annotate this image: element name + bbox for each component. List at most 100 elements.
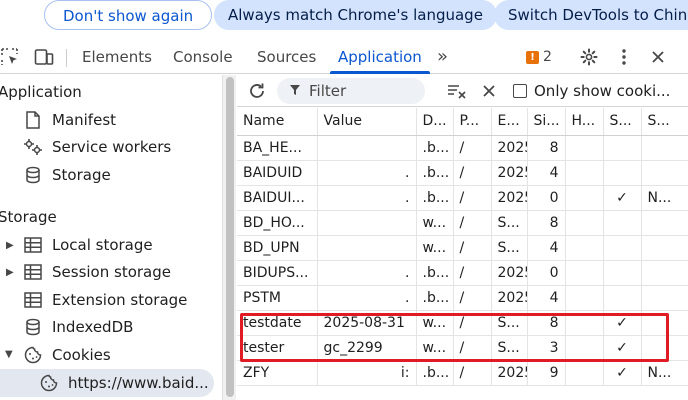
cookie-path: /	[453, 310, 492, 336]
delete-all-icon[interactable]	[479, 75, 499, 107]
database-icon	[22, 165, 44, 185]
issues-count: 2	[543, 49, 552, 65]
cookie-expires: S...	[491, 310, 528, 336]
table-row[interactable]: ZFY i: .b... / 2025... 9 ✓ N...	[237, 360, 688, 386]
gear-icon[interactable]	[578, 40, 600, 74]
sidebar-heading-application: Application	[0, 83, 82, 101]
device-toolbar-icon[interactable]	[32, 40, 56, 74]
document-icon	[22, 110, 44, 130]
tab-console[interactable]: Console	[173, 40, 233, 74]
cookie-httponly	[565, 185, 604, 211]
sidebar-item-extension-storage[interactable]: Extension storage	[22, 287, 187, 313]
only-show-issues-checkbox[interactable]: Only show cooki...	[513, 75, 670, 107]
cookie-httponly	[565, 285, 604, 311]
cookie-expires: S...	[491, 335, 528, 361]
sidebar-item-cookies[interactable]: Cookies	[22, 342, 111, 368]
column-header[interactable]: Value	[317, 108, 417, 136]
table-row[interactable]: BA_HE... .b... / 2025... 8	[237, 135, 688, 161]
cookie-name: ZFY	[237, 360, 318, 386]
column-header[interactable]: S...	[641, 108, 688, 136]
cookie-path: /	[453, 285, 492, 311]
sidebar-scrollbar[interactable]	[222, 75, 236, 400]
cookie-samesite	[641, 335, 688, 361]
sidebar-item-label: https://www.baid...	[68, 374, 209, 392]
table-row[interactable]: BD_UPN w... / S... 4	[237, 235, 688, 261]
cookie-icon	[22, 345, 44, 365]
cookie-httponly	[565, 160, 604, 186]
cookie-samesite	[641, 260, 688, 286]
table-row[interactable]: BAIDUI... . .b... / 2025... 0 ✓ N...	[237, 185, 688, 211]
devtools-toolbar: Elements Console Sources Application » !…	[0, 40, 688, 74]
sidebar-item-service-workers[interactable]: Service workers	[22, 134, 171, 160]
sidebar-item-label: Manifest	[52, 111, 117, 129]
column-header[interactable]: Name	[237, 108, 318, 136]
cookie-expires: 2025...	[491, 185, 528, 211]
issues-badge[interactable]: ! 2	[526, 40, 552, 74]
expand-arrow-icon[interactable]: ▶	[6, 240, 14, 251]
scrollbar-thumb[interactable]	[226, 77, 234, 397]
refresh-icon[interactable]	[245, 75, 269, 107]
inspect-element-icon[interactable]	[0, 40, 20, 74]
sidebar-item-cookie-origin[interactable]: https://www.baid...	[38, 370, 209, 396]
column-header[interactable]: Si...	[527, 108, 566, 136]
cookie-httponly	[565, 210, 604, 236]
cookie-value	[317, 235, 417, 261]
clear-filtered-icon[interactable]	[445, 75, 469, 107]
expand-arrow-icon[interactable]: ▶	[6, 267, 14, 278]
cookie-samesite: N...	[641, 185, 688, 211]
issue-icon: !	[526, 50, 539, 64]
column-header[interactable]: S...	[603, 108, 642, 136]
table-row[interactable]: BD_HO... w... / S... 8	[237, 210, 688, 236]
table-header-row: Name Value D... P... E... Si... H... S..…	[237, 108, 688, 136]
table-row[interactable]: BIDUPS... . .b... / 2025... 0	[237, 260, 688, 286]
cookie-path: /	[453, 210, 492, 236]
column-header[interactable]: H...	[565, 108, 604, 136]
application-sidebar: Application Manifest Service workers Sto…	[0, 75, 222, 400]
cookie-value: 2025-08-31	[317, 310, 417, 336]
cookie-domain: .b...	[416, 285, 454, 311]
collapse-arrow-icon[interactable]: ▼	[5, 349, 13, 360]
cookie-name: BAIDUID	[237, 160, 318, 186]
more-options-icon[interactable]	[614, 40, 634, 74]
sidebar-item-local-storage[interactable]: Local storage	[22, 232, 153, 258]
cookie-name: testdate	[237, 310, 318, 336]
table-grid-icon	[22, 235, 44, 255]
cookie-name: tester	[237, 335, 318, 361]
tab-sources[interactable]: Sources	[257, 40, 316, 74]
cookie-expires: 2025...	[491, 160, 528, 186]
sidebar-item-session-storage[interactable]: Session storage	[22, 259, 171, 285]
table-row[interactable]: tester gc_2299 w... / S... 3 ✓	[237, 335, 688, 361]
sidebar-item-label: Cookies	[52, 346, 111, 364]
sidebar-item-label: Extension storage	[52, 291, 188, 309]
sidebar-item-indexeddb[interactable]: IndexedDB	[22, 314, 133, 340]
table-row[interactable]: PSTM . .b... / 2025... 4	[237, 285, 688, 311]
tab-elements[interactable]: Elements	[82, 40, 152, 74]
cookie-value	[317, 135, 417, 161]
close-icon[interactable]	[648, 40, 668, 74]
cookie-size: 8	[527, 310, 566, 336]
sidebar-item-label: Session storage	[52, 263, 171, 281]
cookie-secure	[603, 260, 642, 286]
sidebar-item-label: Local storage	[52, 236, 153, 254]
sidebar-item-storage[interactable]: Storage	[22, 162, 111, 188]
column-header[interactable]: D...	[416, 108, 454, 136]
cookie-size: 8	[527, 135, 566, 161]
checkbox-box[interactable]	[513, 84, 527, 98]
cookie-size: 0	[527, 260, 566, 286]
switch-devtools-language-button[interactable]: Switch DevTools to Chin	[494, 0, 688, 30]
cookie-domain: w...	[416, 210, 454, 236]
cookie-httponly	[565, 235, 604, 261]
filter-input[interactable]: Filter	[277, 78, 425, 104]
always-match-language-button[interactable]: Always match Chrome's language	[214, 0, 497, 30]
more-tabs-button[interactable]: »	[437, 40, 448, 74]
table-row[interactable]: testdate 2025-08-31 w... / S... 8 ✓	[237, 310, 688, 336]
sidebar-item-manifest[interactable]: Manifest	[22, 107, 116, 133]
tab-application[interactable]: Application	[330, 40, 430, 74]
column-header[interactable]: E...	[491, 108, 528, 136]
cookie-name: BIDUPS...	[237, 260, 318, 286]
column-header[interactable]: P...	[453, 108, 492, 136]
table-row[interactable]: BAIDUID . .b... / 2025... 4	[237, 160, 688, 186]
cookie-name: PSTM	[237, 285, 318, 311]
dont-show-again-button[interactable]: Don't show again	[44, 0, 213, 30]
cookie-domain: .b...	[416, 260, 454, 286]
